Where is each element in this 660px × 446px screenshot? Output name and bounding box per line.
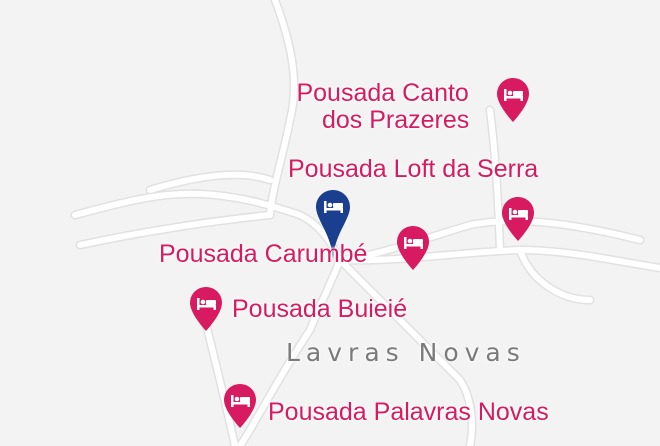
hotel-bed-icon bbox=[502, 197, 534, 241]
poi-label-loft-da-serra[interactable]: Pousada Loft da Serra bbox=[288, 155, 538, 183]
hotel-bed-icon bbox=[190, 287, 222, 331]
town-label: Lavras Novas bbox=[286, 338, 526, 367]
map-canvas[interactable]: Lavras Novas Pousada Canto dos Prazeres … bbox=[0, 0, 660, 446]
poi-label-carumbe[interactable]: Pousada Carumbé bbox=[159, 240, 367, 268]
hotel-pin-palavras-novas[interactable] bbox=[224, 384, 256, 428]
hotel-pin-canto-dos-prazeres[interactable] bbox=[497, 78, 529, 122]
hotel-bed-icon bbox=[224, 384, 256, 428]
poi-label-line-1: Pousada Canto bbox=[296, 79, 469, 107]
hotel-pin-buieie[interactable] bbox=[190, 287, 222, 331]
hotel-bed-icon bbox=[497, 78, 529, 122]
poi-label-palavras-novas[interactable]: Pousada Palavras Novas bbox=[268, 398, 549, 426]
hotel-pin-loft-da-serra[interactable] bbox=[502, 197, 534, 241]
poi-label-line-2: dos Prazeres bbox=[322, 106, 470, 134]
hotel-pin-carumbe[interactable] bbox=[397, 226, 429, 270]
hotel-bed-icon bbox=[397, 226, 429, 270]
poi-label-canto-dos-prazeres[interactable]: Pousada Canto dos Prazeres bbox=[296, 80, 469, 134]
poi-label-buieie[interactable]: Pousada Buieié bbox=[232, 295, 407, 323]
